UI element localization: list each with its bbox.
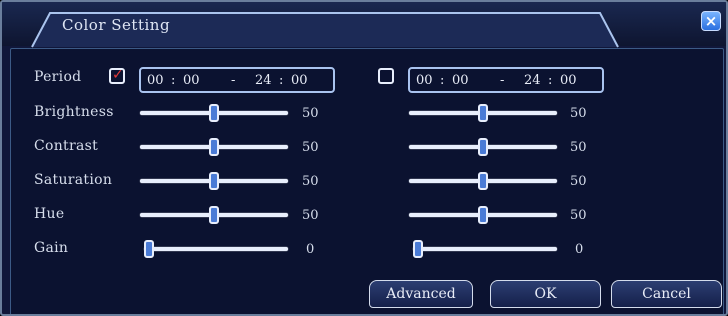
settings-panel — [10, 48, 724, 314]
slider-thumb[interactable] — [209, 104, 219, 122]
gain-slider-2[interactable] — [413, 240, 557, 258]
slider-thumb[interactable] — [209, 138, 219, 156]
hue-slider-2[interactable] — [409, 206, 557, 224]
contrast-slider-1[interactable] — [140, 138, 288, 156]
dialog-title: Color Setting — [62, 16, 171, 34]
period-2-start-colon: : — [440, 73, 445, 88]
brightness-slider-1[interactable] — [140, 104, 288, 122]
slider-track — [413, 247, 557, 251]
slider-thumb[interactable] — [144, 240, 154, 258]
gain-slider-1[interactable] — [144, 240, 288, 258]
period-1-range-dash: - — [231, 73, 236, 88]
brightness-label: Brightness — [34, 104, 114, 120]
slider-thumb[interactable] — [478, 172, 488, 190]
title-bar: Color Setting × — [2, 2, 726, 48]
slider-thumb[interactable] — [209, 172, 219, 190]
color-setting-dialog: Color Setting × Period ✓ 00 : 00 - 24 : … — [0, 0, 728, 316]
period-2-start-minute[interactable]: 00 — [452, 73, 469, 88]
close-icon[interactable]: × — [701, 11, 721, 31]
hue-slider-1[interactable] — [140, 206, 288, 224]
brightness-slider-2[interactable] — [409, 104, 557, 122]
brightness-value-1: 50 — [302, 106, 319, 121]
period-2-end-colon: : — [548, 73, 553, 88]
brightness-value-2: 50 — [570, 106, 587, 121]
hue-value-1: 50 — [302, 208, 319, 223]
gain-value-2: 0 — [575, 242, 584, 257]
contrast-slider-2[interactable] — [409, 138, 557, 156]
gain-label: Gain — [34, 240, 69, 256]
period-2-end-hour[interactable]: 24 — [524, 73, 541, 88]
saturation-label: Saturation — [34, 172, 113, 188]
slider-track — [144, 247, 288, 251]
check-mark-icon: ✓ — [112, 67, 124, 83]
period-label: Period — [34, 69, 82, 85]
period-1-end-colon: : — [279, 73, 284, 88]
saturation-slider-1[interactable] — [140, 172, 288, 190]
hue-value-2: 50 — [570, 208, 587, 223]
saturation-slider-2[interactable] — [409, 172, 557, 190]
period-1-time-range[interactable]: 00 : 00 - 24 : 00 — [139, 67, 335, 93]
period-2-range-dash: - — [500, 73, 505, 88]
period-2-checkbox[interactable] — [378, 68, 394, 84]
contrast-value-1: 50 — [302, 140, 319, 155]
advanced-button[interactable]: Advanced — [369, 280, 473, 308]
period-1-end-minute[interactable]: 00 — [291, 73, 308, 88]
period-1-start-minute[interactable]: 00 — [183, 73, 200, 88]
slider-thumb[interactable] — [478, 104, 488, 122]
period-1-start-hour[interactable]: 00 — [147, 73, 164, 88]
cancel-button[interactable]: Cancel — [611, 280, 722, 308]
slider-thumb[interactable] — [478, 138, 488, 156]
slider-thumb[interactable] — [478, 206, 488, 224]
period-2-start-hour[interactable]: 00 — [416, 73, 433, 88]
slider-thumb[interactable] — [413, 240, 423, 258]
gain-value-1: 0 — [306, 242, 315, 257]
period-1-end-hour[interactable]: 24 — [255, 73, 272, 88]
hue-label: Hue — [34, 206, 65, 222]
ok-button[interactable]: OK — [490, 280, 601, 308]
saturation-value-2: 50 — [570, 174, 587, 189]
period-1-start-colon: : — [171, 73, 176, 88]
period-2-time-range[interactable]: 00 : 00 - 24 : 00 — [408, 67, 604, 93]
period-2-end-minute[interactable]: 00 — [560, 73, 577, 88]
saturation-value-1: 50 — [302, 174, 319, 189]
period-1-checkbox[interactable]: ✓ — [109, 67, 125, 84]
slider-thumb[interactable] — [209, 206, 219, 224]
contrast-value-2: 50 — [570, 140, 587, 155]
contrast-label: Contrast — [34, 138, 99, 154]
